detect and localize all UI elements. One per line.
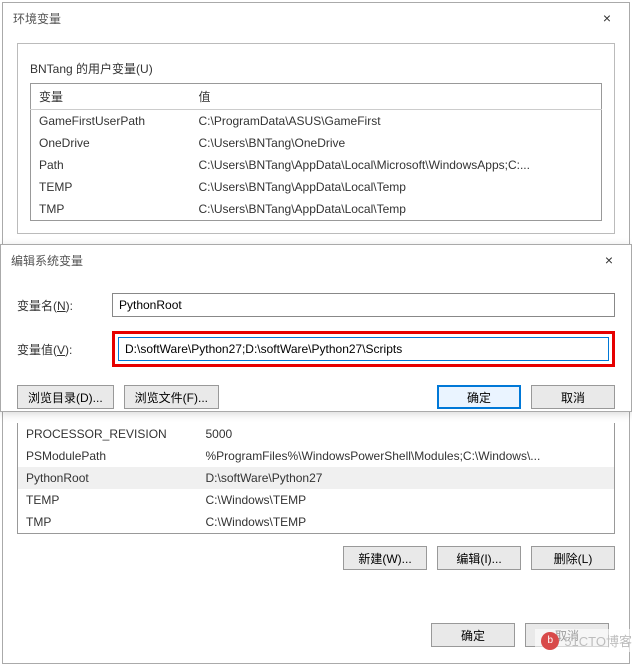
- value-row: 变量值(V):: [17, 331, 615, 367]
- watermark: b 51CTO博客: [535, 629, 632, 652]
- user-vars-group: BNTang 的用户变量(U) 变量 值 GameFirstUserPathC:…: [17, 43, 615, 234]
- table-row[interactable]: TMPC:\Users\BNTang\AppData\Local\Temp: [31, 198, 602, 221]
- watermark-text: 51CTO博客: [564, 631, 632, 650]
- edit-titlebar: 编辑系统变量 ×: [1, 245, 631, 275]
- table-row[interactable]: TEMPC:\Users\BNTang\AppData\Local\Temp: [31, 176, 602, 198]
- close-icon[interactable]: ×: [593, 6, 621, 30]
- value-label: 变量值(V):: [17, 341, 112, 358]
- user-vars-table[interactable]: 变量 值 GameFirstUserPathC:\ProgramData\ASU…: [30, 83, 602, 221]
- system-vars-group: PROCESSOR_REVISION5000 PSModulePath%Prog…: [17, 423, 615, 582]
- table-row[interactable]: PSModulePath%ProgramFiles%\WindowsPowerS…: [18, 445, 615, 467]
- cancel-button[interactable]: 取消: [531, 385, 615, 409]
- col-var[interactable]: 变量: [31, 84, 191, 110]
- sys-vars-buttons: 新建(W)... 编辑(I)... 删除(L): [17, 534, 615, 582]
- table-row[interactable]: TMPC:\Windows\TEMP: [18, 511, 615, 534]
- value-input[interactable]: [118, 337, 609, 361]
- edit-button[interactable]: 编辑(I)...: [437, 546, 521, 570]
- table-row[interactable]: TEMPC:\Windows\TEMP: [18, 489, 615, 511]
- env-titlebar: 环境变量 ×: [3, 3, 629, 33]
- edit-var-dialog: 编辑系统变量 × 变量名(N): 变量值(V): 浏览目录(D)... 浏览文件…: [0, 244, 632, 412]
- col-val[interactable]: 值: [191, 84, 602, 110]
- table-row[interactable]: GameFirstUserPathC:\ProgramData\ASUS\Gam…: [31, 110, 602, 133]
- table-row[interactable]: OneDriveC:\Users\BNTang\OneDrive: [31, 132, 602, 154]
- close-icon[interactable]: ×: [595, 248, 623, 272]
- user-vars-label: BNTang 的用户变量(U): [30, 54, 602, 83]
- env-title: 环境变量: [13, 10, 61, 27]
- browse-file-button[interactable]: 浏览文件(F)...: [124, 385, 219, 409]
- edit-form: 变量名(N): 变量值(V):: [1, 275, 631, 367]
- ok-button[interactable]: 确定: [437, 385, 521, 409]
- new-button[interactable]: 新建(W)...: [343, 546, 427, 570]
- table-row[interactable]: PROCESSOR_REVISION5000: [18, 423, 615, 445]
- ok-button[interactable]: 确定: [431, 623, 515, 647]
- value-highlight-box: [112, 331, 615, 367]
- system-vars-table[interactable]: PROCESSOR_REVISION5000 PSModulePath%Prog…: [17, 423, 615, 534]
- browse-dir-button[interactable]: 浏览目录(D)...: [17, 385, 114, 409]
- name-input[interactable]: [112, 293, 615, 317]
- delete-button[interactable]: 删除(L): [531, 546, 615, 570]
- watermark-logo-icon: b: [541, 632, 559, 650]
- table-row-selected[interactable]: PythonRootD:\softWare\Python27: [18, 467, 615, 489]
- edit-title: 编辑系统变量: [11, 252, 83, 269]
- edit-dialog-buttons: 浏览目录(D)... 浏览文件(F)... 确定 取消: [1, 381, 631, 419]
- name-label: 变量名(N):: [17, 297, 112, 314]
- table-row[interactable]: PathC:\Users\BNTang\AppData\Local\Micros…: [31, 154, 602, 176]
- name-row: 变量名(N):: [17, 293, 615, 317]
